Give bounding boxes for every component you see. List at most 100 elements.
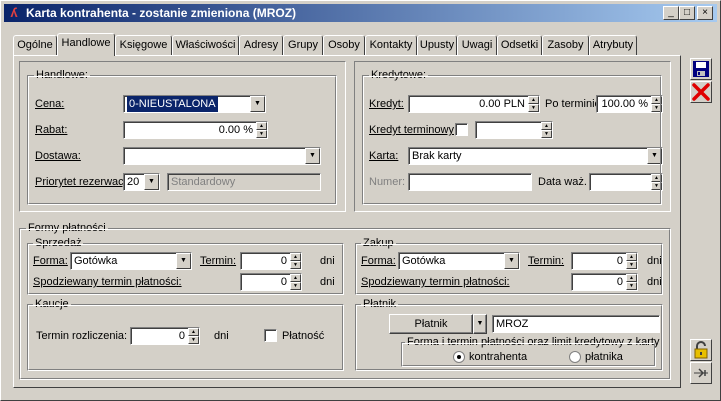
- sprzedaz-forma-value: Gotówka: [74, 255, 118, 267]
- platnik-options-group: Forma i termin płatności oraz limit kred…: [401, 336, 662, 367]
- tab-grupy[interactable]: Grupy: [283, 35, 323, 55]
- spin-up-icon[interactable]: ▲: [528, 96, 539, 104]
- po-terminie-label: Po terminie:: [545, 98, 604, 110]
- tab-panel: Handlowe: Cena: 0-NIEUSTALONA ▼ Rabat: 0…: [13, 55, 681, 388]
- rabat-field[interactable]: 0.00 % ▲ ▼: [123, 121, 268, 139]
- po-terminie-spinner[interactable]: ▲ ▼: [651, 96, 662, 112]
- tab-zasoby[interactable]: Zasoby: [542, 35, 589, 55]
- spin-up-icon[interactable]: ▲: [626, 253, 637, 261]
- sprzedaz-forma-select[interactable]: Gotówka ▼: [70, 252, 192, 270]
- spin-down-icon[interactable]: ▼: [626, 261, 637, 269]
- platnik-button[interactable]: Płatnik: [389, 314, 473, 334]
- kredyt-terminowy-checkbox[interactable]: [455, 123, 468, 136]
- sprzedaz-spodziewany-spinner[interactable]: ▲ ▼: [290, 274, 301, 290]
- tab-uwagi[interactable]: Uwagi: [457, 35, 497, 55]
- tab-atrybuty[interactable]: Atrybuty: [589, 35, 637, 55]
- zakup-spodziewany-field[interactable]: 0 ▲ ▼: [571, 273, 638, 291]
- karta-select[interactable]: Brak karty ▼: [408, 147, 663, 165]
- sprzedaz-dni-label: dni: [320, 255, 335, 267]
- spin-up-icon[interactable]: ▲: [188, 328, 199, 336]
- spin-up-icon[interactable]: ▲: [290, 253, 301, 261]
- kaucje-termin-spinner[interactable]: ▲ ▼: [188, 328, 199, 344]
- kredyt-terminowy-spinner[interactable]: ▲ ▼: [541, 122, 552, 138]
- spin-down-icon[interactable]: ▼: [290, 261, 301, 269]
- attach-icon: [694, 368, 708, 378]
- spin-down-icon[interactable]: ▼: [290, 282, 301, 290]
- tab-odsetki[interactable]: Odsetki: [497, 35, 542, 55]
- spin-down-icon[interactable]: ▼: [541, 130, 552, 138]
- chevron-down-icon[interactable]: ▼: [504, 253, 519, 269]
- spin-up-icon[interactable]: ▲: [651, 174, 662, 182]
- spin-up-icon[interactable]: ▲: [290, 274, 301, 282]
- kredytowe-group: Kredytowe: Kredyt: 0.00 PLN ▲ ▼ Po termin…: [362, 69, 663, 205]
- minimize-button[interactable]: _: [663, 6, 679, 20]
- sprzedaz-termin-label: Termin:: [200, 255, 237, 267]
- zakup-termin-label: Termin:: [528, 255, 565, 267]
- sprzedaz-group: Sprzedaż Forma: Gotówka ▼ Termin: 0 ▲ ▼ d…: [27, 237, 344, 295]
- platnik-dropdown-button[interactable]: ▼: [473, 314, 487, 334]
- chevron-down-icon[interactable]: ▼: [647, 148, 662, 164]
- rabat-spinner[interactable]: ▲ ▼: [256, 122, 267, 138]
- lock-button[interactable]: [690, 339, 712, 361]
- zakup-termin-field[interactable]: 0 ▲ ▼: [571, 252, 638, 270]
- tab-kontakty[interactable]: Kontakty: [365, 35, 417, 55]
- tab-handlowe[interactable]: Handlowe: [57, 33, 115, 56]
- chevron-down-icon[interactable]: ▼: [250, 96, 265, 112]
- cancel-button[interactable]: [690, 81, 712, 103]
- cena-select[interactable]: 0-NIEUSTALONA ▼: [123, 95, 266, 113]
- kredytowe-legend: Kredytowe:: [369, 69, 429, 81]
- tab-upusty[interactable]: Upusty: [417, 35, 457, 55]
- radio-kontrahenta[interactable]: [453, 351, 465, 363]
- dostawa-select[interactable]: ▼: [123, 147, 321, 165]
- chevron-down-icon[interactable]: ▼: [176, 253, 191, 269]
- padlock-icon: [694, 341, 708, 359]
- sprzedaz-spodziewany-label: Spodziewany termin płatności:: [33, 276, 182, 288]
- spin-up-icon[interactable]: ▲: [651, 96, 662, 104]
- po-terminie-field[interactable]: 100.00 % ▲ ▼: [596, 95, 663, 113]
- radio-platnika[interactable]: [569, 351, 581, 363]
- zakup-termin-spinner[interactable]: ▲ ▼: [626, 253, 637, 269]
- kredyt-spinner[interactable]: ▲ ▼: [528, 96, 539, 112]
- zakup-spodziewany-spinner[interactable]: ▲ ▼: [626, 274, 637, 290]
- tab-wlasciwosci[interactable]: Właściwości: [172, 35, 239, 55]
- chevron-down-icon[interactable]: ▼: [305, 148, 320, 164]
- spin-down-icon[interactable]: ▼: [188, 336, 199, 344]
- zakup-legend: Zakup: [361, 237, 396, 249]
- spin-down-icon[interactable]: ▼: [626, 282, 637, 290]
- tab-adresy[interactable]: Adresy: [239, 35, 283, 55]
- platnik-field[interactable]: MROZ: [492, 315, 660, 333]
- data-waz-spinner[interactable]: ▲ ▼: [651, 174, 662, 190]
- priorytet-select[interactable]: 20 ▼: [123, 173, 160, 191]
- spin-down-icon[interactable]: ▼: [528, 104, 539, 112]
- kredyt-terminowy-field[interactable]: ▲ ▼: [475, 121, 553, 139]
- close-button[interactable]: ×: [697, 6, 713, 20]
- zakup-spodziewany-value: 0: [616, 276, 623, 288]
- sprzedaz-termin-spinner[interactable]: ▲ ▼: [290, 253, 301, 269]
- chevron-down-icon[interactable]: ▼: [144, 174, 159, 190]
- handlowe-group: Handlowe: Cena: 0-NIEUSTALONA ▼ Rabat: 0…: [27, 69, 337, 205]
- spin-down-icon[interactable]: ▼: [256, 130, 267, 138]
- spin-down-icon[interactable]: ▼: [651, 104, 662, 112]
- tab-osoby[interactable]: Osoby: [323, 35, 365, 55]
- spin-up-icon[interactable]: ▲: [626, 274, 637, 282]
- platnosc-checkbox[interactable]: [264, 329, 277, 342]
- sprzedaz-termin-field[interactable]: 0 ▲ ▼: [240, 252, 302, 270]
- spin-up-icon[interactable]: ▲: [256, 122, 267, 130]
- zakup-forma-select[interactable]: Gotówka ▼: [398, 252, 520, 270]
- data-waz-field[interactable]: ▲ ▼: [589, 173, 663, 191]
- red-x-icon: [692, 83, 710, 101]
- tab-ksiegowe[interactable]: Księgowe: [115, 35, 172, 55]
- numer-field[interactable]: [408, 173, 532, 191]
- cena-value: 0-NIEUSTALONA: [127, 96, 218, 112]
- kredyt-field[interactable]: 0.00 PLN ▲ ▼: [408, 95, 540, 113]
- kaucje-group: Kaucje Termin rozliczenia: 0 ▲ ▼ dni Płat…: [27, 298, 344, 371]
- kaucje-termin-field[interactable]: 0 ▲ ▼: [130, 327, 200, 345]
- save-button[interactable]: [690, 58, 712, 80]
- attach-button[interactable]: [690, 362, 712, 384]
- priorytet-label: Priorytet rezerwacji:: [35, 176, 132, 188]
- spin-down-icon[interactable]: ▼: [651, 182, 662, 190]
- sprzedaz-spodziewany-field[interactable]: 0 ▲ ▼: [240, 273, 302, 291]
- maximize-button[interactable]: □: [679, 6, 695, 20]
- tab-ogolne[interactable]: Ogólne: [13, 35, 57, 55]
- spin-up-icon[interactable]: ▲: [541, 122, 552, 130]
